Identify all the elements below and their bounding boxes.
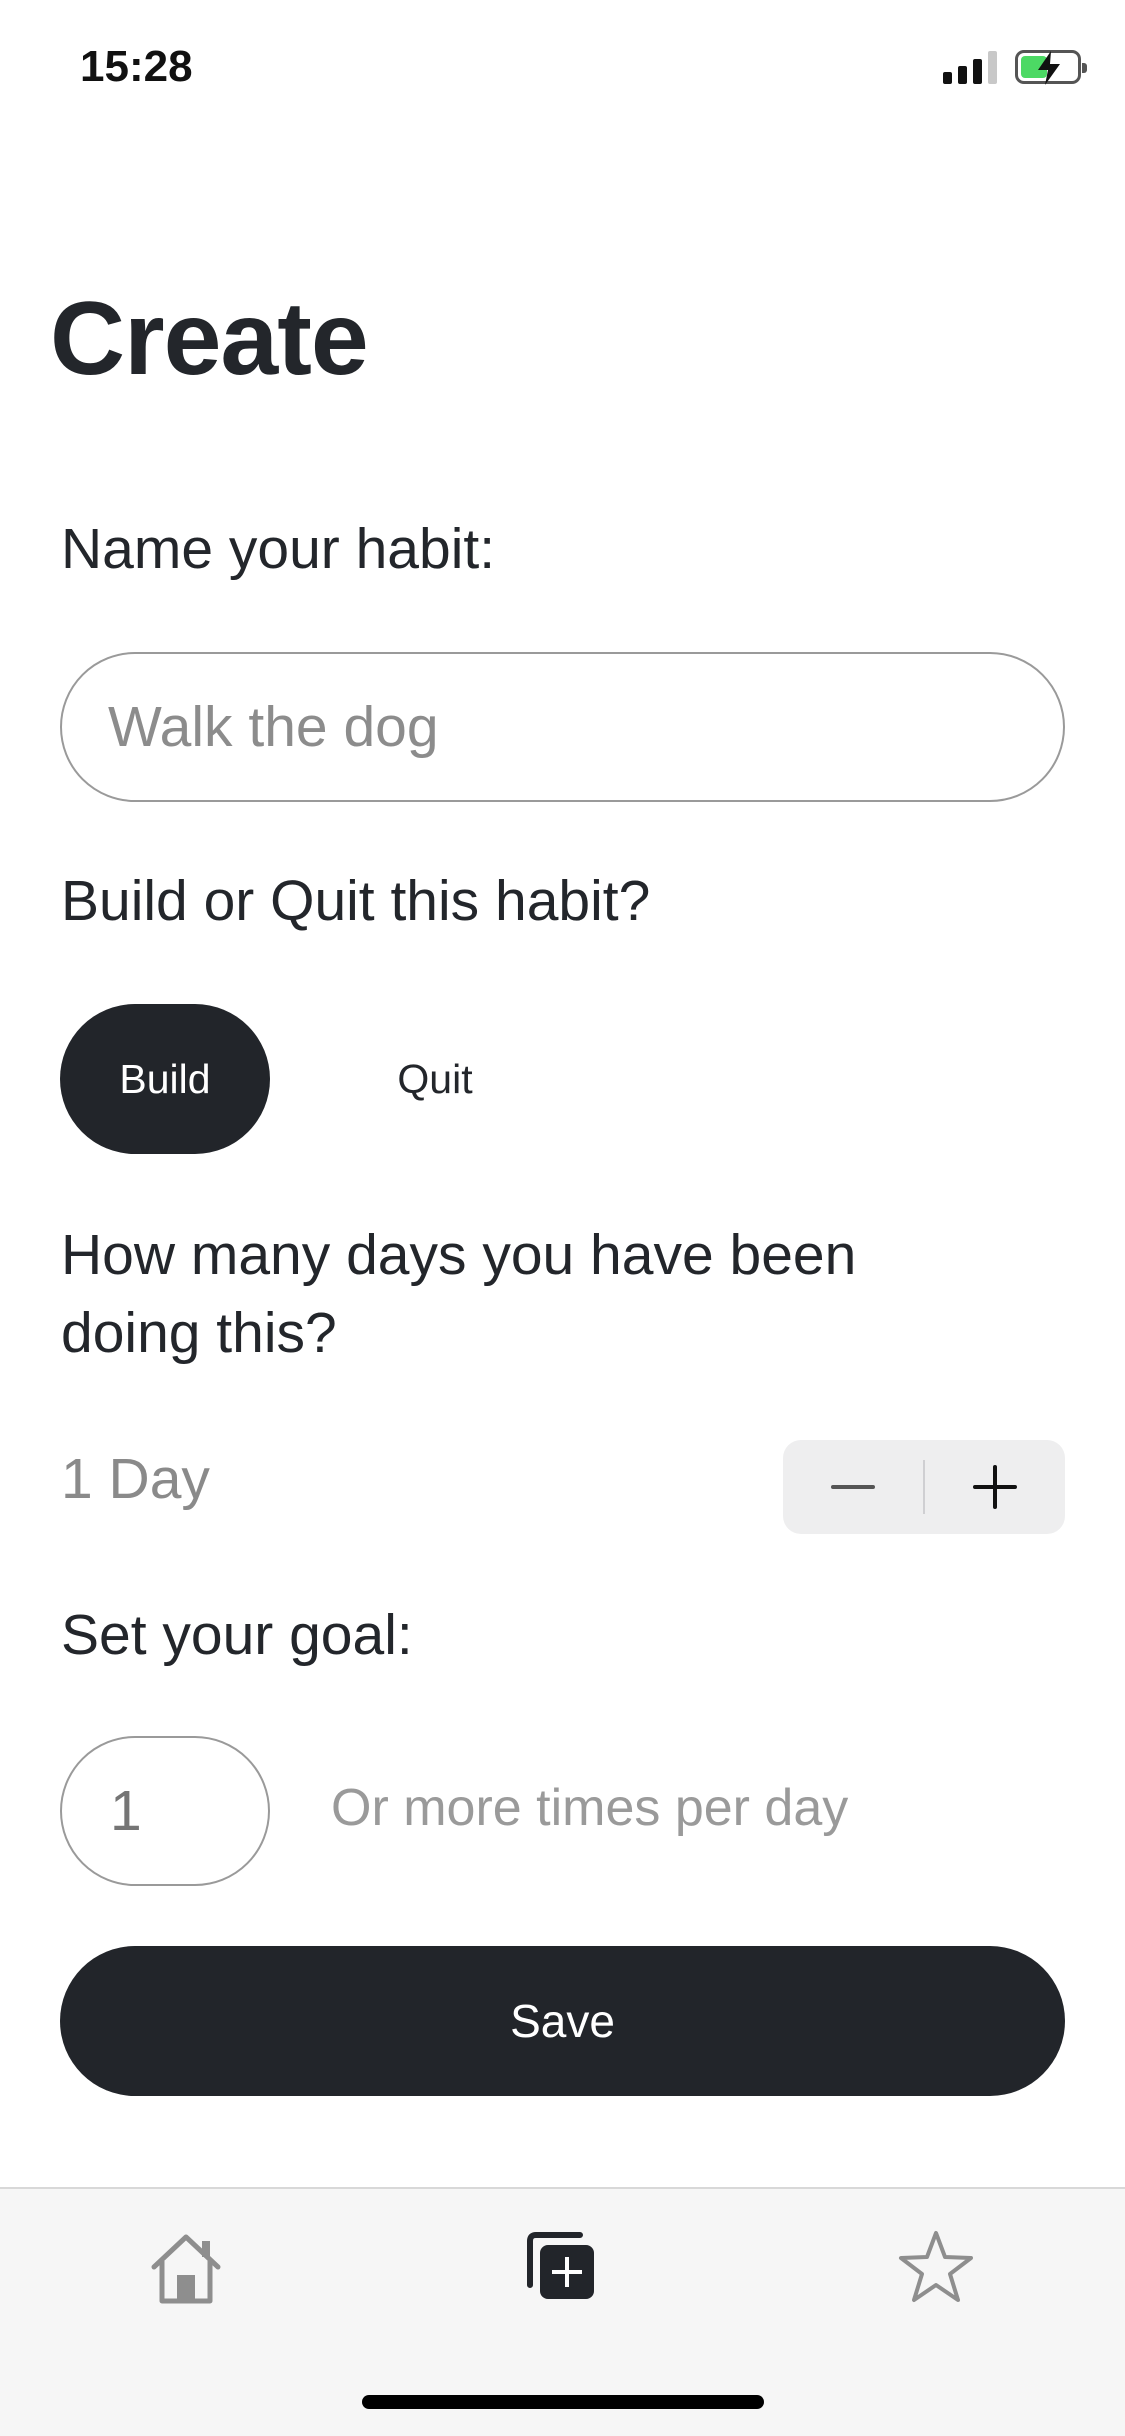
quit-option-button[interactable]: Quit <box>330 1004 540 1154</box>
status-time: 15:28 <box>80 42 193 91</box>
decrement-button[interactable] <box>783 1440 923 1534</box>
page-title: Create <box>50 281 369 397</box>
habit-name-input[interactable] <box>60 652 1065 802</box>
save-button[interactable]: Save <box>60 1946 1065 2096</box>
tab-create[interactable] <box>512 2217 612 2317</box>
tab-home[interactable] <box>136 2217 236 2317</box>
days-stepper <box>783 1440 1065 1534</box>
days-question-label: How many days you have been doing this? <box>61 1223 857 1365</box>
create-screen: 15:28 Create Name your habit: Build or Q… <box>0 0 1125 2436</box>
battery-charging-icon <box>1015 50 1087 85</box>
plus-icon <box>973 1465 1017 1509</box>
signal-icon <box>943 50 997 84</box>
goal-label: Set your goal: <box>61 1603 413 1667</box>
star-icon <box>899 2231 973 2302</box>
status-icons <box>943 50 1087 85</box>
home-indicator <box>362 2395 764 2409</box>
goal-count-input[interactable] <box>60 1736 270 1886</box>
home-icon <box>151 2234 221 2304</box>
tab-favorites[interactable] <box>886 2217 986 2317</box>
name-habit-label: Name your habit: <box>61 517 496 581</box>
goal-suffix-text: Or more times per day <box>331 1779 849 1837</box>
increment-button[interactable] <box>925 1440 1065 1534</box>
minus-icon <box>831 1485 875 1489</box>
add-copy-icon <box>527 2232 594 2299</box>
build-option-button[interactable]: Build <box>60 1004 270 1154</box>
days-count-value: 1 Day <box>61 1447 210 1511</box>
build-quit-label: Build or Quit this habit? <box>61 869 651 933</box>
